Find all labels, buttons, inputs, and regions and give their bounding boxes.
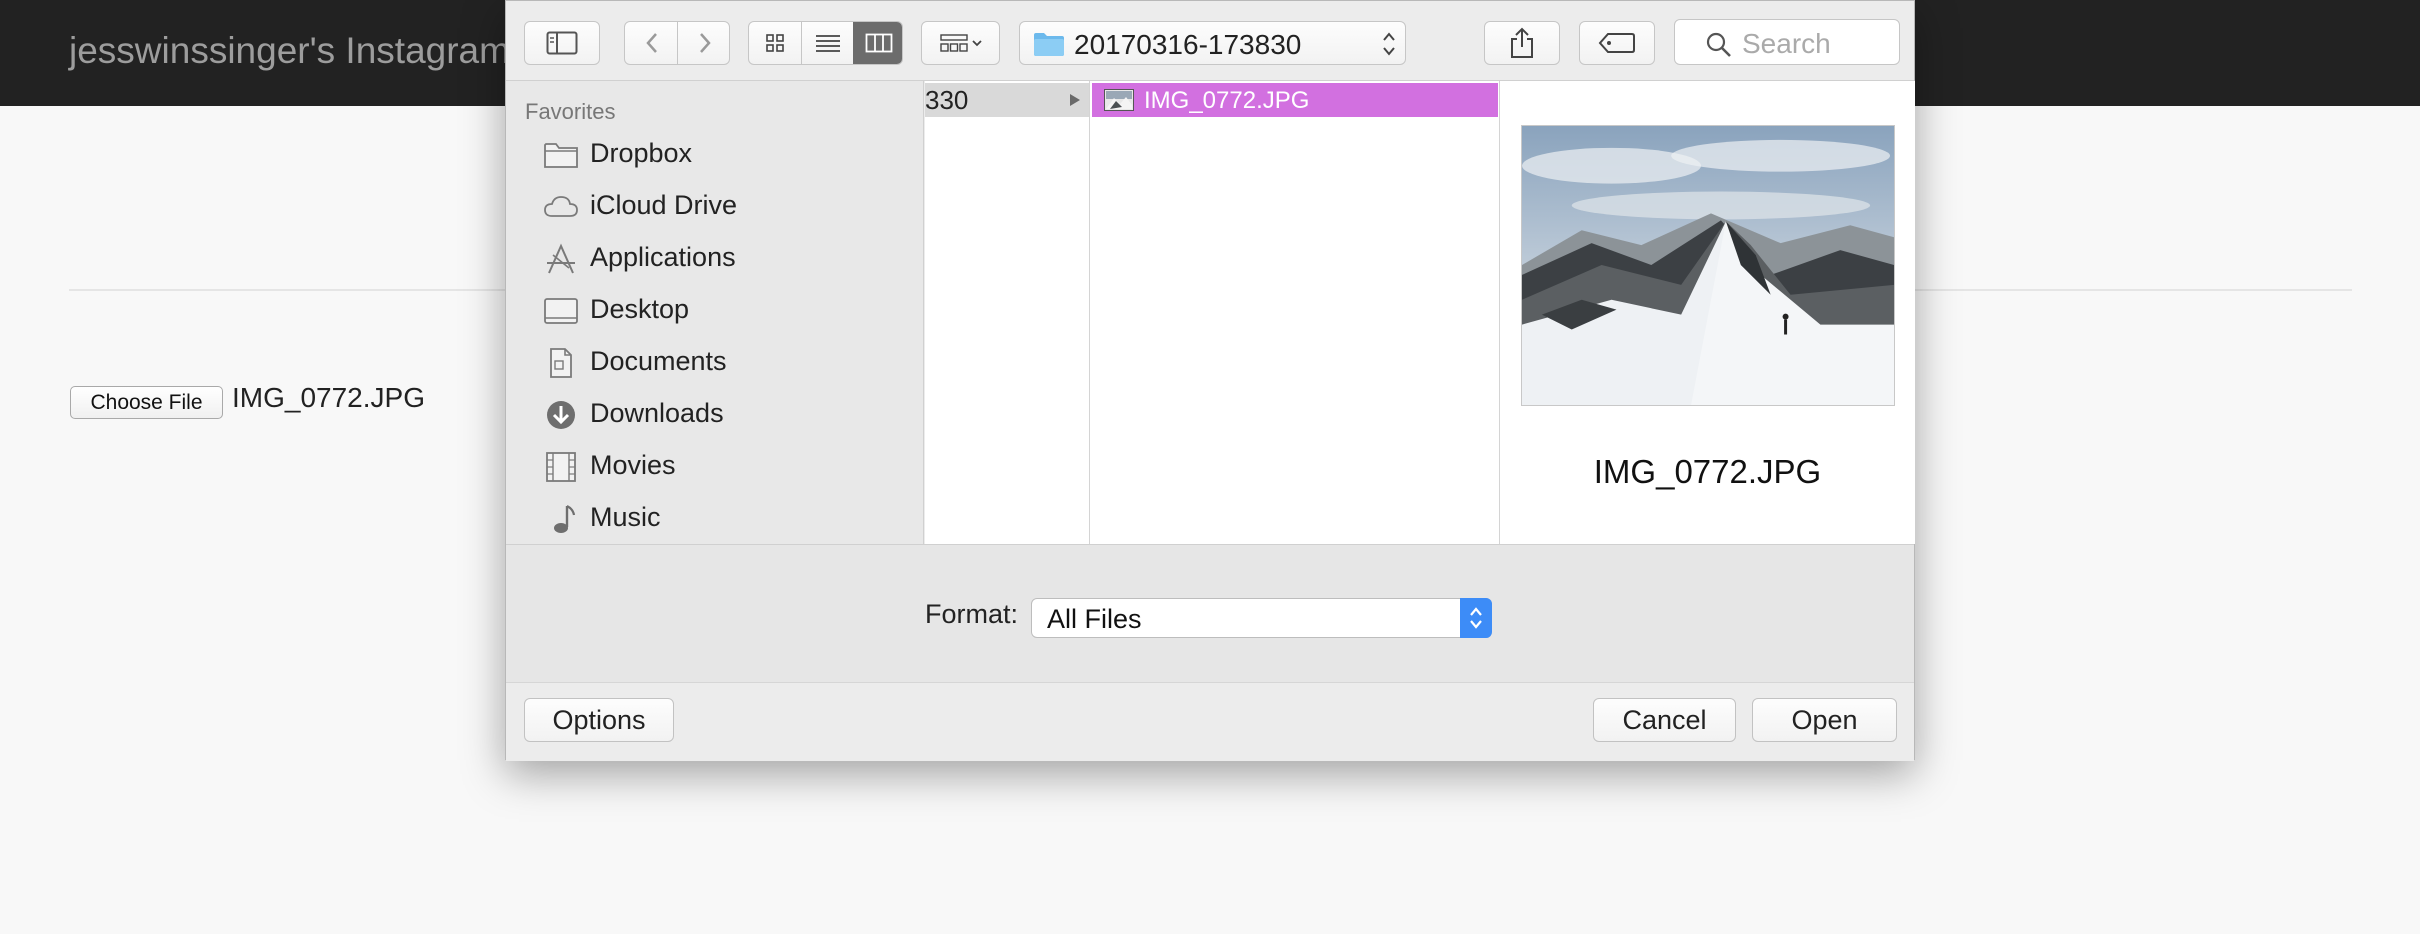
image-thumbnail-icon xyxy=(1104,89,1134,111)
sidebar-item-downloads[interactable]: Downloads xyxy=(506,389,923,441)
sidebar-item-applications[interactable]: Applications xyxy=(506,233,923,285)
chosen-file-name: IMG_0772.JPG xyxy=(232,382,425,413)
arrange-button[interactable] xyxy=(921,21,1000,65)
sidebar-header-favorites: Favorites xyxy=(525,99,616,124)
share-icon xyxy=(1511,27,1533,58)
column-browser: 330 IMG_0772.JPG IMG_0772.JPG xyxy=(925,81,1915,544)
file-row-selected[interactable]: IMG_0772.JPG xyxy=(1092,83,1498,117)
columns-icon xyxy=(865,33,892,53)
sidebar-icon xyxy=(546,31,578,55)
folder-icon xyxy=(544,143,578,168)
movies-icon xyxy=(546,452,576,482)
search-placeholder: Search xyxy=(1742,28,1831,59)
list-view-button[interactable] xyxy=(802,22,853,64)
grid-icon xyxy=(766,34,784,52)
dialog-toolbar: 20170316-173830 Search xyxy=(506,1,1914,81)
arrange-icon xyxy=(939,34,982,52)
search-field[interactable]: Search xyxy=(1674,19,1900,65)
sidebar-toggle-button[interactable] xyxy=(524,21,600,65)
open-file-dialog: 20170316-173830 Search Favorites Dropbox… xyxy=(505,0,1915,761)
chevron-left-icon xyxy=(645,33,657,53)
search-icon xyxy=(1706,32,1731,57)
file-name: IMG_0772.JPG xyxy=(1144,87,1310,114)
applications-icon xyxy=(547,243,575,274)
tags-button[interactable] xyxy=(1579,21,1655,65)
parent-column: 330 xyxy=(925,81,1090,544)
preview-pane: IMG_0772.JPG xyxy=(1500,81,1915,544)
sidebar-item-movies[interactable]: Movies xyxy=(506,441,923,493)
site-brand[interactable]: jesswinssinger's Instagram xyxy=(69,30,510,72)
format-select[interactable]: All Files xyxy=(1031,598,1492,638)
open-button[interactable]: Open xyxy=(1752,698,1897,742)
cloud-icon xyxy=(544,196,578,217)
nav-buttons xyxy=(624,21,730,65)
options-button[interactable]: Options xyxy=(524,698,674,742)
tag-icon xyxy=(1598,33,1635,53)
back-button[interactable] xyxy=(625,22,678,64)
preview-file-name: IMG_0772.JPG xyxy=(1593,453,1822,490)
desktop-icon xyxy=(544,298,578,324)
column-view-button[interactable] xyxy=(853,22,902,64)
sidebar-item-dropbox[interactable]: Dropbox xyxy=(506,129,923,181)
files-column: IMG_0772.JPG xyxy=(1090,81,1500,544)
music-icon xyxy=(554,505,576,533)
favorites-sidebar: Favorites Dropbox iCloud Drive Applicati… xyxy=(506,81,924,544)
parent-folder-label: 330 xyxy=(925,85,969,115)
folder-icon xyxy=(1034,33,1064,56)
current-folder-label: 20170316-173830 xyxy=(1074,29,1302,60)
format-area: Format: All Files xyxy=(506,544,1914,682)
disclosure-triangle-icon xyxy=(1070,94,1080,106)
sidebar-item-music[interactable]: Music xyxy=(506,493,923,544)
format-value: All Files xyxy=(1047,604,1142,634)
chevron-right-icon xyxy=(699,33,711,53)
preview-image xyxy=(1521,125,1895,406)
updown-chevron-icon xyxy=(1460,598,1492,638)
sidebar-item-icloud-drive[interactable]: iCloud Drive xyxy=(506,181,923,233)
updown-chevron-icon xyxy=(1383,32,1395,56)
path-popup[interactable]: 20170316-173830 xyxy=(1019,21,1406,65)
icon-view-button[interactable] xyxy=(749,22,801,64)
documents-icon xyxy=(550,348,572,378)
sidebar-item-desktop[interactable]: Desktop xyxy=(506,285,923,337)
downloads-icon xyxy=(547,401,575,429)
share-button[interactable] xyxy=(1484,21,1560,65)
dialog-footer: Options Cancel Open xyxy=(506,682,1914,761)
cancel-button[interactable]: Cancel xyxy=(1593,698,1736,742)
parent-folder-row[interactable]: 330 xyxy=(925,83,1089,117)
forward-button[interactable] xyxy=(678,22,731,64)
view-mode-control xyxy=(748,21,903,65)
format-label: Format: xyxy=(925,599,1019,629)
list-icon xyxy=(815,35,840,52)
choose-file-button[interactable]: Choose File xyxy=(70,386,223,419)
sidebar-item-documents[interactable]: Documents xyxy=(506,337,923,389)
